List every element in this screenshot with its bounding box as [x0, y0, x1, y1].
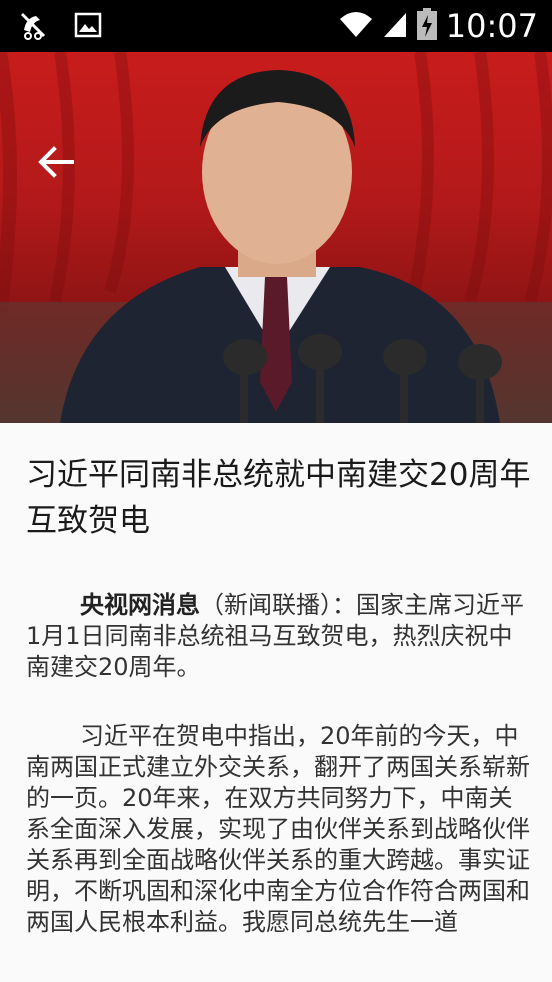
- notification-muted-icon: [18, 10, 52, 44]
- cell-signal-icon: [382, 9, 408, 43]
- article-title: 习近平同南非总统就中南建交20周年互致贺电: [26, 457, 531, 539]
- article-hero-image: [0, 52, 552, 423]
- image-icon: [74, 12, 102, 42]
- status-bar: 10:07: [0, 0, 552, 52]
- article-source-lead: 央视网消息: [80, 591, 200, 619]
- battery-charging-icon: [416, 7, 438, 45]
- article-content: 习近平同南非总统就中南建交20周年互致贺电 央视网消息（新闻联播）：国家主席习近…: [26, 452, 532, 938]
- clock: 10:07: [445, 7, 538, 45]
- arrow-back-icon: [38, 146, 74, 182]
- article-paragraph: 央视网消息（新闻联播）：国家主席习近平1月1日同南非总统祖马互致贺电，热烈庆祝中…: [26, 590, 532, 683]
- hero-photo: [0, 52, 552, 423]
- back-button[interactable]: [32, 140, 80, 188]
- wifi-icon: [338, 9, 374, 43]
- article-paragraph: 习近平在贺电中指出，20年前的今天，中南两国正式建立外交关系，翻开了两国关系崭新…: [26, 722, 530, 936]
